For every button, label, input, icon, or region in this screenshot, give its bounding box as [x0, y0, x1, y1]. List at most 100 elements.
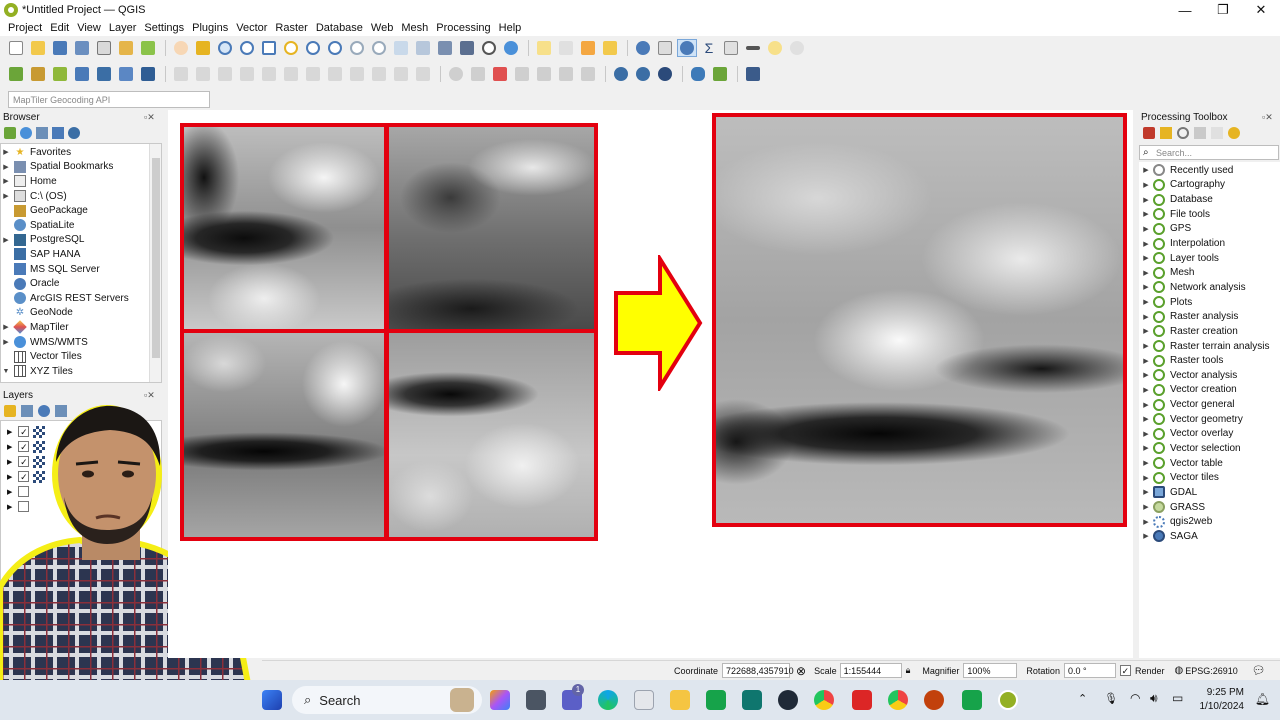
processing-item[interactable]: ▶ Vector overlay — [1139, 427, 1280, 442]
widgets-icon[interactable] — [490, 690, 510, 710]
processing-item[interactable]: ▶ Raster terrain analysis — [1139, 339, 1280, 354]
collapse-all-icon[interactable] — [52, 127, 64, 139]
undo-icon[interactable] — [391, 65, 411, 83]
zoom-last-icon[interactable] — [347, 39, 367, 57]
powerpoint-icon[interactable] — [924, 690, 944, 710]
vertex-tool-icon[interactable] — [281, 65, 301, 83]
processing-item-qgis2web[interactable]: ▶ qgis2web — [1139, 514, 1280, 529]
statistics-icon[interactable]: Σ — [699, 39, 719, 57]
pan-icon[interactable] — [171, 39, 191, 57]
browser-item-drive[interactable]: ▶ C:\ (OS) — [1, 189, 161, 204]
lock-scale-icon[interactable]: 🔒︎ — [906, 665, 911, 676]
processing-item[interactable]: ▶ Network analysis — [1139, 280, 1280, 295]
add-wms-icon[interactable] — [138, 65, 158, 83]
processing-item[interactable]: ▶ File tools — [1139, 207, 1280, 222]
menu-view[interactable]: View — [73, 22, 105, 34]
acrobat-icon[interactable] — [852, 690, 872, 710]
processing-item[interactable]: ▶ GPS — [1139, 222, 1280, 237]
browser-panel-close-icon[interactable]: ▫✕ — [144, 112, 155, 123]
processing-item-saga[interactable]: ▶ SAGA — [1139, 529, 1280, 544]
task-view-icon[interactable] — [526, 690, 546, 710]
processing-item[interactable]: ▶ Plots — [1139, 295, 1280, 310]
qgis-taskbar-icon[interactable] — [998, 690, 1018, 710]
python-console-icon[interactable] — [688, 65, 708, 83]
add-point-icon[interactable] — [259, 65, 279, 83]
menu-mesh[interactable]: Mesh — [397, 22, 432, 34]
processing-item[interactable]: ▶ Vector selection — [1139, 441, 1280, 456]
menu-processing[interactable]: Processing — [432, 22, 494, 34]
delete-selected-icon[interactable] — [303, 65, 323, 83]
label-show-icon[interactable] — [578, 65, 598, 83]
layout-manager-icon[interactable] — [116, 39, 136, 57]
browser-item-spatialite[interactable]: SpatiaLite — [1, 218, 161, 233]
chrome-icon[interactable] — [814, 690, 834, 710]
processing-item[interactable]: ▶ Vector creation — [1139, 383, 1280, 398]
file-explorer-icon[interactable] — [670, 690, 690, 710]
coordinate-field[interactable]: 722688,4357910 — [722, 663, 794, 678]
menu-help[interactable]: Help — [495, 22, 526, 34]
processing-item-recently-used[interactable]: ▶ Recently used — [1139, 163, 1280, 178]
edit-pencil-icon[interactable] — [171, 65, 191, 83]
browser-item-geonode[interactable]: ✲ GeoNode — [1, 306, 161, 321]
processing-item[interactable]: ▶ Mesh — [1139, 265, 1280, 280]
3d-map-view-icon[interactable] — [413, 39, 433, 57]
pan-to-selection-icon[interactable] — [193, 39, 213, 57]
processing-item[interactable]: ▶ Cartography — [1139, 178, 1280, 193]
add-vector-icon[interactable] — [72, 65, 92, 83]
scripts-icon[interactable] — [1160, 127, 1172, 139]
system-clock[interactable]: 9:25 PM 1/10/2024 — [1200, 686, 1245, 714]
open-project-icon[interactable] — [28, 39, 48, 57]
toggle-editing-icon[interactable] — [193, 65, 213, 83]
menu-web[interactable]: Web — [367, 22, 397, 34]
paste-features-icon[interactable] — [369, 65, 389, 83]
digitize-icon[interactable] — [237, 65, 257, 83]
volume-icon[interactable]: 🔊︎ — [1150, 691, 1158, 706]
app-icon[interactable] — [706, 690, 726, 710]
processing-panel-close-icon[interactable]: ▫✕ — [1262, 112, 1273, 123]
magnifier-field[interactable]: 100% — [963, 663, 1018, 678]
processing-item[interactable]: ▶ Interpolation — [1139, 236, 1280, 251]
browser-item-xyz-tiles[interactable]: ▼ XYZ Tiles — [1, 364, 161, 379]
minimize-button[interactable]: — — [1166, 0, 1204, 20]
app-icon[interactable] — [778, 690, 798, 710]
browser-item-oracle[interactable]: Oracle — [1, 276, 161, 291]
help-icon[interactable] — [743, 65, 763, 83]
attribute-table-icon[interactable] — [655, 39, 675, 57]
copy-features-icon[interactable] — [347, 65, 367, 83]
browser-item-geopackage[interactable]: GeoPackage — [1, 203, 161, 218]
microphone-icon[interactable]: 🎙︎ — [1104, 692, 1118, 705]
browser-item-favorites[interactable]: ▶ ★ Favorites — [1, 145, 161, 160]
save-project-icon[interactable] — [50, 39, 70, 57]
browser-item-maptiler[interactable]: ▶ MapTiler — [1, 320, 161, 335]
history-icon[interactable] — [1177, 127, 1189, 139]
info-icon[interactable] — [68, 127, 80, 139]
label-move-icon[interactable] — [512, 65, 532, 83]
browser-item-home[interactable]: ▶ Home — [1, 174, 161, 189]
save-edits-icon[interactable] — [215, 65, 235, 83]
add-mesh-icon[interactable] — [116, 65, 136, 83]
save-as-icon[interactable] — [72, 39, 92, 57]
label-highlight-icon[interactable] — [490, 65, 510, 83]
close-button[interactable]: ✕ — [1242, 0, 1280, 20]
locator-search-input[interactable]: MapTiler Geocoding API — [8, 91, 210, 108]
browser-item-arcgis[interactable]: ArcGIS REST Servers — [1, 291, 161, 306]
notifications-icon[interactable]: 🔔︎ — [1255, 692, 1270, 706]
app-icon[interactable] — [742, 690, 762, 710]
refresh-icon[interactable] — [501, 39, 521, 57]
processing-toolbox-icon[interactable] — [677, 39, 697, 57]
show-bookmarks-icon[interactable] — [457, 39, 477, 57]
camtasia-icon[interactable] — [962, 690, 982, 710]
chevron-up-icon[interactable]: ⌃ — [1078, 692, 1087, 705]
results-viewer-icon[interactable] — [1194, 127, 1206, 139]
print-layout-icon[interactable] — [94, 39, 114, 57]
select-by-value-icon[interactable] — [556, 39, 576, 57]
new-geopackage-icon[interactable] — [28, 65, 48, 83]
select-features-icon[interactable] — [534, 39, 554, 57]
menu-layer[interactable]: Layer — [105, 22, 141, 34]
cut-features-icon[interactable] — [325, 65, 345, 83]
menu-plugins[interactable]: Plugins — [188, 22, 232, 34]
spatial-bookmark-icon[interactable] — [435, 39, 455, 57]
layers-panel-close-icon[interactable]: ▫✕ — [144, 390, 155, 401]
processing-item-grass[interactable]: ▶ GRASS — [1139, 500, 1280, 515]
add-raster-icon[interactable] — [94, 65, 114, 83]
